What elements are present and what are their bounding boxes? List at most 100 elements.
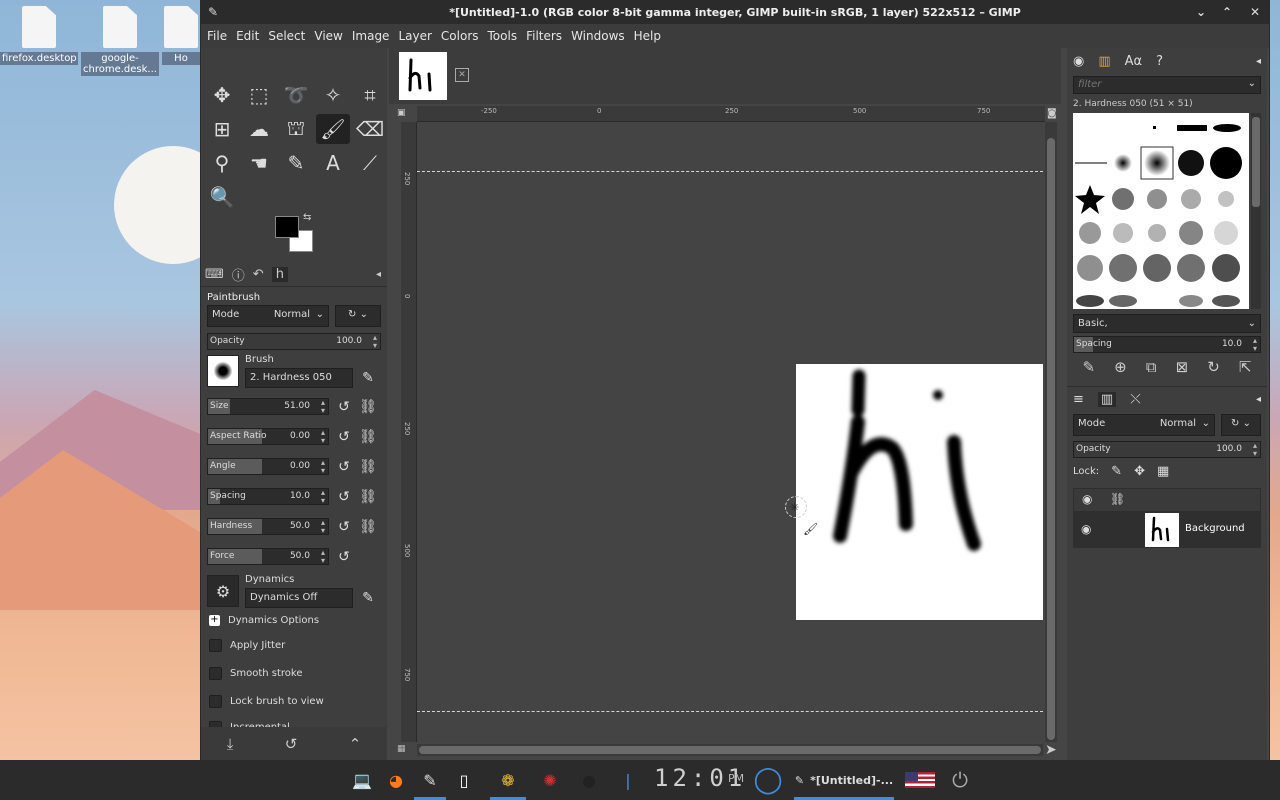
dock-menu-icon[interactable]: ◂ — [1256, 56, 1261, 67]
brush-name-field[interactable]: 2. Hardness 050 — [245, 368, 353, 388]
minimize-icon[interactable]: ⌄ — [1193, 4, 1209, 20]
size-slider[interactable]: Size 51.00 ▴ ▾ — [207, 398, 329, 415]
desktop-icon-firefox[interactable]: firefox.desktop — [0, 6, 78, 65]
canvas-viewport[interactable]: ✳ 🖌 — [417, 122, 1043, 742]
warp-tool[interactable]: ☁ — [242, 114, 276, 144]
clone-tool[interactable]: ⚲ — [205, 148, 239, 178]
tool-options-tab-icon[interactable]: ⌨ — [205, 267, 224, 282]
reset-mode-button[interactable]: ↻ ⌄ — [335, 305, 381, 327]
menu-image[interactable]: Image — [352, 29, 397, 43]
text-editor-icon[interactable]: ▯ — [452, 766, 476, 794]
refresh-brushes-icon[interactable]: ↻ — [1207, 358, 1220, 376]
new-brush-icon[interactable]: ⊕ — [1114, 358, 1127, 376]
navigate-icon[interactable]: ▦ — [397, 744, 406, 754]
lasso-tool[interactable]: ➰ — [279, 80, 313, 110]
smooth-stroke-checkbox[interactable]: Smooth stroke — [209, 667, 303, 680]
lock-position-icon[interactable]: ✥ — [1134, 464, 1145, 479]
menu-select[interactable]: Select — [268, 29, 312, 43]
brush-spacing-slider[interactable]: Spacing 10.0 ▴ ▾ — [1073, 336, 1261, 353]
us-flag-icon[interactable] — [904, 766, 936, 794]
layers-tab-icon[interactable]: ≡ — [1073, 392, 1084, 407]
eraser-tool[interactable]: ⌫ — [353, 114, 387, 144]
layer-row-background[interactable]: ◉ Background — [1073, 512, 1261, 548]
eye-icon[interactable]: ◉ — [1082, 492, 1092, 506]
move-tool[interactable]: ✥ — [205, 80, 239, 110]
rect-select-tool[interactable]: ⬚ — [242, 80, 276, 110]
navigation-arrow-icon[interactable]: ➤ — [1045, 742, 1057, 758]
lock-alpha-icon[interactable]: ▦ — [1157, 464, 1169, 479]
vertical-scrollbar[interactable] — [1045, 122, 1057, 742]
angle-slider[interactable]: Angle 0.00 ▴ ▾ — [207, 458, 329, 475]
reset-angle-icon[interactable]: ↺ — [335, 458, 353, 476]
zoom-tool[interactable]: 🔍 — [205, 182, 239, 212]
menu-filters[interactable]: Filters — [526, 29, 569, 43]
aspect-ratio-slider[interactable]: Aspect Ratio 0.00 ▴ ▾ — [207, 428, 329, 445]
force-slider[interactable]: Force 50.0 ▴ ▾ — [207, 548, 329, 565]
fonts-tab-icon[interactable]: Aα — [1125, 54, 1142, 69]
reset-size-icon[interactable]: ↺ — [335, 398, 353, 416]
file-manager-icon[interactable]: 💻 — [348, 766, 376, 794]
help-tab-icon[interactable]: ? — [1156, 54, 1163, 69]
bucket-fill-tool[interactable]: ⛫ — [279, 114, 313, 144]
images-tab-icon[interactable]: h — [271, 267, 288, 282]
hardness-slider[interactable]: Hardness 50.0 ▴ ▾ — [207, 518, 329, 535]
firefox-icon[interactable]: ◕ — [382, 766, 410, 794]
brush-tag-select[interactable]: Basic, ⌄ — [1073, 314, 1261, 333]
gimp-task-button[interactable]: ✎ *[Untitled]-... — [794, 766, 894, 800]
bulb-icon[interactable]: ● — [578, 766, 600, 794]
circle-app-icon[interactable]: ◯ — [752, 765, 784, 795]
brushes-tab-icon[interactable]: ◉ — [1073, 54, 1084, 69]
horizontal-scrollbar[interactable] — [417, 744, 1043, 756]
eye-icon[interactable]: ◉ — [1081, 522, 1091, 536]
restore-options-icon[interactable]: ↺ — [285, 735, 298, 753]
menu-tools[interactable]: Tools — [488, 29, 525, 43]
thermometer-icon[interactable]: ❘ — [618, 766, 638, 794]
brush-filter-input[interactable]: filter ⌄ — [1073, 76, 1261, 94]
color-picker-tool[interactable]: ⟋ — [353, 148, 387, 178]
crop-tool[interactable]: ⌗ — [353, 80, 387, 110]
dynamics-preview-icon[interactable]: ⚙ — [207, 575, 239, 607]
layer-mode-reset[interactable]: ↻ ⌄ — [1221, 414, 1261, 436]
transform-tool[interactable]: ⊞ — [205, 114, 239, 144]
menu-view[interactable]: View — [314, 29, 349, 43]
image-thumbnail[interactable] — [399, 52, 447, 100]
close-image-icon[interactable]: ✕ — [455, 68, 469, 82]
brush-preview[interactable] — [207, 355, 239, 387]
link-spacing-icon[interactable]: ⛓ — [359, 488, 377, 506]
menu-layer[interactable]: Layer — [398, 29, 438, 43]
maximize-icon[interactable]: ⌃ — [1219, 4, 1235, 20]
menu-help[interactable]: Help — [634, 29, 668, 43]
text-tool[interactable]: A — [316, 148, 350, 178]
export-brush-icon[interactable]: ⇱ — [1239, 358, 1252, 376]
desktop-icon-home[interactable]: Ho — [162, 6, 200, 65]
save-options-icon[interactable]: ⤓ — [227, 735, 234, 753]
power-icon[interactable]: ⏻ — [946, 766, 974, 794]
delete-brush-icon[interactable]: ⊠ — [1176, 358, 1189, 376]
mode-select[interactable]: Mode Normal ⌄ — [207, 305, 329, 327]
dock-menu-icon[interactable]: ◂ — [376, 269, 381, 280]
menu-file[interactable]: File — [207, 29, 234, 43]
menu-edit[interactable]: Edit — [236, 29, 266, 43]
paintbrush-tool[interactable]: 🖌 — [316, 114, 350, 144]
duplicate-brush-icon[interactable]: ⧉ — [1146, 358, 1157, 376]
chain-icon[interactable]: ⛓ — [1110, 492, 1125, 506]
fuzzy-select-tool[interactable]: ✧ — [316, 80, 350, 110]
dock-menu-icon[interactable]: ◂ — [1256, 394, 1261, 405]
up-arrow-icon[interactable]: ⌃ — [349, 735, 362, 753]
edit-brush-icon[interactable]: ✎ — [359, 369, 377, 387]
close-icon[interactable]: ✕ — [1247, 4, 1263, 20]
edit-brush-icon[interactable]: ✎ — [1083, 358, 1096, 376]
paths-tab-icon[interactable]: ⤬ — [1130, 392, 1140, 407]
spin-icon[interactable]: ▴ ▾ — [373, 334, 377, 350]
desktop-icon-chrome[interactable]: google-chrome.desk... — [81, 6, 159, 76]
link-size-icon[interactable]: ⛓ — [359, 398, 377, 416]
zoom-fit-icon[interactable]: ◙ — [1047, 108, 1057, 119]
opacity-slider[interactable]: Opacity 100.0 ▴ ▾ — [207, 333, 381, 350]
link-hardness-icon[interactable]: ⛓ — [359, 518, 377, 536]
fg-bg-colors[interactable]: ⇆ — [275, 212, 317, 256]
channels-tab-icon[interactable]: ▥ — [1097, 392, 1117, 407]
gimp-icon[interactable]: ✎ — [414, 766, 446, 800]
dynamics-field[interactable]: Dynamics Off — [245, 588, 353, 608]
image-canvas[interactable] — [796, 364, 1043, 620]
layer-opacity-slider[interactable]: Opacity 100.0 ▴ ▾ — [1073, 441, 1261, 458]
